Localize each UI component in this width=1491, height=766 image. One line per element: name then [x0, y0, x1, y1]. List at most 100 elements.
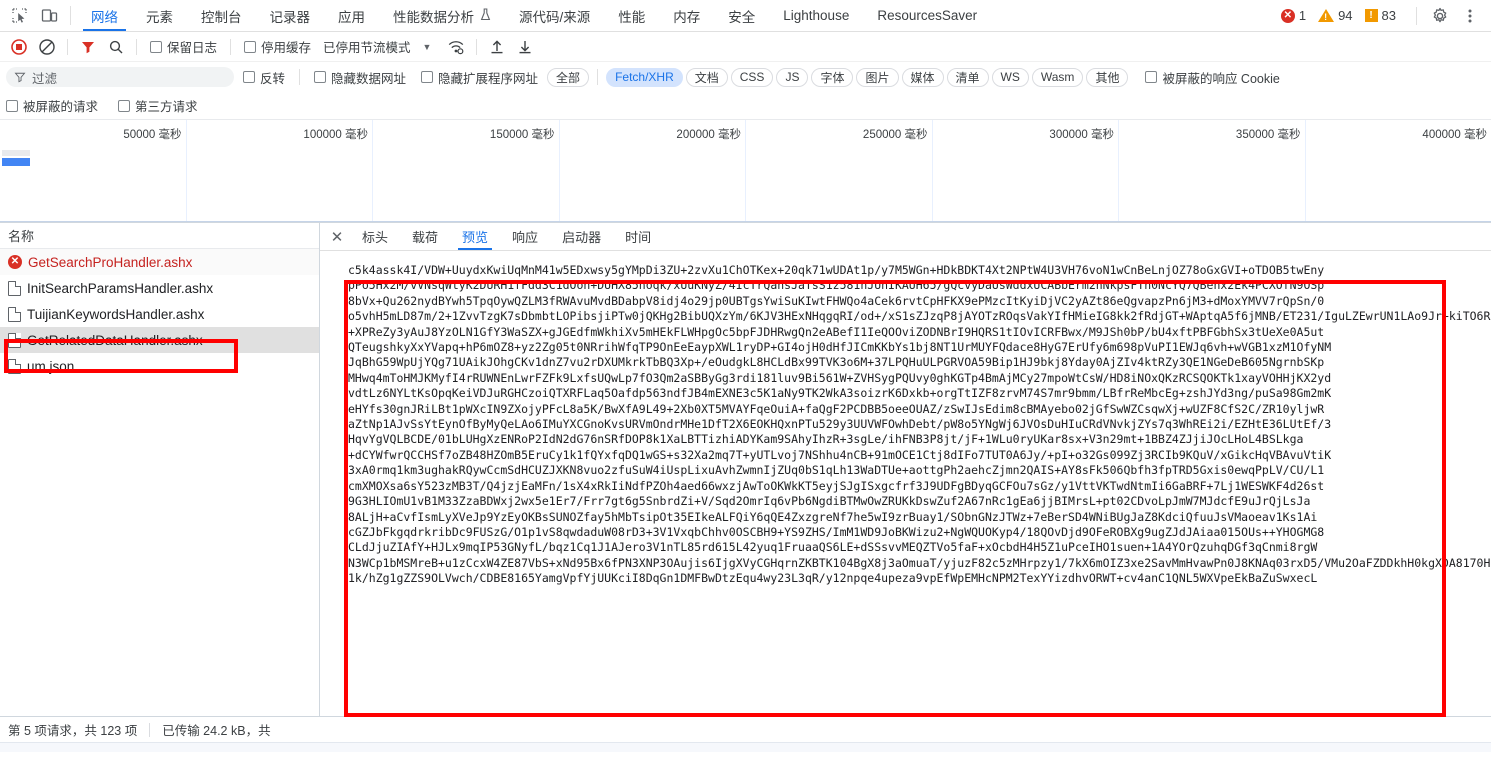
type-filter-css[interactable]: CSS: [730, 67, 774, 87]
blocked-requests-checkbox[interactable]: 被屏蔽的请求: [6, 96, 104, 115]
network-split-view: 名称 ✕ GetSearchProHandler.ashx InitSearch…: [0, 223, 1491, 716]
panel-tab-list: 网络 元素 控制台 记录器 应用 性能数据分析 源代码/来源 性能 内存 安全 …: [77, 0, 991, 31]
type-filter-all-label: 全部: [556, 70, 581, 85]
network-conditions-icon[interactable]: [443, 35, 469, 59]
request-list-header[interactable]: 名称: [0, 223, 319, 249]
overview-tick: 250000 毫秒: [746, 120, 933, 222]
tab-sources[interactable]: 源代码/来源: [505, 0, 604, 31]
toolbar-divider: [67, 38, 68, 55]
tab-performance-label: 性能: [618, 9, 646, 25]
gear-icon[interactable]: [1425, 7, 1455, 25]
type-filter-other-label: 其他: [1095, 70, 1120, 85]
tab-network-label: 网络: [91, 9, 118, 25]
request-name: GetRelatedDataHandler.ashx: [27, 332, 203, 348]
network-toolbar: 保留日志 停用缓存 已停用节流模式 ▼: [0, 32, 1491, 62]
tab-headers-label: 标头: [362, 230, 389, 245]
overview-activity-bar-blue: [2, 158, 30, 166]
type-filter-doc[interactable]: 文档: [685, 67, 728, 87]
tab-resourcessaver[interactable]: ResourcesSaver: [863, 0, 991, 31]
table-row[interactable]: InitSearchParamsHandler.ashx: [0, 275, 319, 301]
type-filter-media[interactable]: 媒体: [901, 67, 944, 87]
type-filter-fetch-xhr[interactable]: Fetch/XHR: [606, 67, 683, 87]
filter-button[interactable]: [75, 35, 101, 59]
type-filter-img[interactable]: 图片: [856, 67, 899, 87]
type-filter-js[interactable]: JS: [776, 67, 809, 87]
type-filter-font[interactable]: 字体: [811, 67, 854, 87]
more-vertical-icon[interactable]: [1455, 8, 1485, 24]
tab-console[interactable]: 控制台: [187, 0, 256, 31]
type-filter-other[interactable]: 其他: [1086, 67, 1129, 87]
preview-content-area[interactable]: c5k4assk4I/VDW+UuydxKwiUqMnM41w5EDxwsy5g…: [320, 251, 1491, 716]
warning-triangle-icon: [1318, 9, 1335, 22]
close-icon[interactable]: ✕: [324, 223, 350, 250]
tab-memory[interactable]: 内存: [659, 0, 714, 31]
export-har-icon[interactable]: [512, 35, 538, 59]
warning-badge[interactable]: 94: [1318, 8, 1358, 23]
tab-timing[interactable]: 时间: [613, 223, 663, 250]
document-icon: [8, 306, 21, 322]
tab-payload[interactable]: 载荷: [400, 223, 450, 250]
inspect-element-icon[interactable]: [4, 0, 34, 31]
tab-performance[interactable]: 性能: [604, 0, 659, 31]
clear-button[interactable]: [34, 35, 60, 59]
table-row[interactable]: ✕ GetSearchProHandler.ashx: [0, 249, 319, 275]
blocked-cookies-checkbox[interactable]: 被屏蔽的响应 Cookie: [1139, 68, 1285, 87]
warning-count: 94: [1338, 8, 1353, 23]
tab-performance-insights[interactable]: 性能数据分析: [379, 0, 505, 31]
type-filter-manifest[interactable]: 清单: [946, 67, 989, 87]
table-row-selected[interactable]: GetRelatedDataHandler.ashx: [0, 327, 319, 353]
invert-checkbox[interactable]: 反转: [237, 68, 291, 87]
throttling-select[interactable]: 已停用节流模式: [319, 37, 411, 56]
status-divider: [149, 722, 151, 737]
third-party-checkbox[interactable]: 第三方请求: [118, 96, 204, 115]
overview-tick: 50000 毫秒: [0, 120, 187, 222]
chevron-down-icon[interactable]: ▼: [413, 42, 442, 52]
network-overview-timeline[interactable]: 50000 毫秒 100000 毫秒 150000 毫秒 200000 毫秒 2…: [0, 120, 1491, 223]
request-name: um.json: [27, 358, 75, 374]
disable-cache-label: 停用缓存: [261, 41, 312, 55]
tab-recorder-label: 记录器: [269, 9, 311, 25]
import-har-icon[interactable]: [484, 35, 510, 59]
table-row[interactable]: TuijianKeywordsHandler.ashx: [0, 301, 319, 327]
document-icon: [8, 332, 21, 348]
request-rows: ✕ GetSearchProHandler.ashx InitSearchPar…: [0, 249, 319, 716]
tab-application[interactable]: 应用: [324, 0, 379, 31]
tab-recorder[interactable]: 记录器: [256, 0, 325, 31]
tab-elements[interactable]: 元素: [132, 0, 187, 31]
tab-initiator[interactable]: 启动器: [550, 223, 613, 250]
preserve-log-label: 保留日志: [167, 41, 218, 55]
error-badge[interactable]: ✕ 1: [1280, 8, 1312, 23]
record-button[interactable]: [6, 35, 32, 59]
checkbox-box: [244, 40, 257, 53]
info-badge[interactable]: ! 83: [1364, 8, 1402, 23]
search-button[interactable]: [103, 35, 129, 59]
type-filter-all[interactable]: 全部: [547, 67, 590, 87]
beta-flask-icon: [480, 7, 491, 24]
filter-input[interactable]: 过滤: [6, 67, 234, 87]
topbar-divider: [1416, 6, 1417, 25]
toolbar-divider: [136, 38, 137, 55]
table-row[interactable]: um.json: [0, 353, 319, 379]
overview-tick: 150000 毫秒: [373, 120, 560, 222]
invert-label: 反转: [260, 71, 286, 86]
request-name: GetSearchProHandler.ashx: [28, 254, 193, 270]
tab-security[interactable]: 安全: [714, 0, 769, 31]
tab-headers[interactable]: 标头: [350, 223, 400, 250]
device-toolbar-icon[interactable]: [34, 0, 64, 31]
hide-data-urls-checkbox[interactable]: 隐藏数据网址: [308, 68, 412, 87]
preserve-log-checkbox[interactable]: 保留日志: [144, 37, 223, 56]
type-filter-wasm[interactable]: Wasm: [1031, 67, 1084, 87]
tab-preview[interactable]: 预览: [450, 223, 500, 250]
overview-tick: 350000 毫秒: [1119, 120, 1306, 222]
request-count-status: 第 5 项请求，共 123 项: [8, 724, 138, 738]
filter-input-placeholder: 过滤: [32, 71, 58, 86]
overview-tick: 200000 毫秒: [560, 120, 746, 222]
tab-response[interactable]: 响应: [500, 223, 550, 250]
blocked-requests-label: 被屏蔽的请求: [23, 100, 99, 114]
tab-network[interactable]: 网络: [77, 0, 132, 31]
disable-cache-checkbox[interactable]: 停用缓存: [238, 37, 317, 56]
hide-extension-urls-checkbox[interactable]: 隐藏扩展程序网址: [415, 68, 544, 87]
type-filter-ws[interactable]: WS: [991, 67, 1029, 87]
tab-application-label: 应用: [338, 9, 365, 25]
tab-lighthouse[interactable]: Lighthouse: [769, 0, 863, 31]
